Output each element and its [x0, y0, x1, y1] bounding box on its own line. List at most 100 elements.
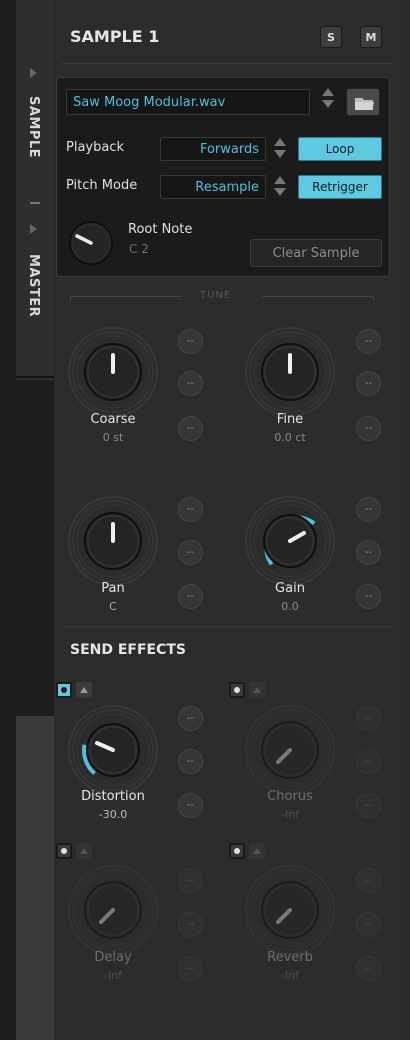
gain-mod-slot-3[interactable]: -- — [356, 584, 381, 609]
tab-master[interactable]: MASTER — [26, 254, 41, 317]
retrigger-button[interactable]: Retrigger — [298, 175, 382, 199]
root-note-knob[interactable] — [66, 218, 116, 268]
header-divider — [62, 63, 392, 64]
tab-separator — [30, 202, 40, 204]
reverb-mod-slot-2[interactable]: -- — [356, 912, 381, 937]
loop-button[interactable]: Loop — [298, 137, 382, 161]
reverb-mod-slot-1[interactable]: -- — [356, 868, 381, 893]
sample-file-name: Saw Moog Modular.wav — [73, 94, 226, 110]
tune-divider-left — [70, 296, 182, 297]
delay-knob[interactable] — [63, 860, 163, 960]
tab-sample-background — [16, 0, 55, 380]
distortion-label: Distortion — [81, 789, 145, 804]
tune-tick-left — [70, 296, 71, 302]
delay-mod-slot-3[interactable]: -- — [178, 956, 203, 981]
chorus-knob[interactable] — [240, 700, 340, 800]
pitch-mode-select[interactable]: Resample — [160, 175, 266, 199]
reverb-mod-slot-3[interactable]: -- — [356, 956, 381, 981]
root-note-label: Root Note — [128, 222, 193, 237]
gain-value: 0.0 — [281, 600, 299, 613]
delay-enable-toggle[interactable] — [56, 843, 72, 859]
pan-label: Pan — [101, 581, 125, 596]
delay-mod-slot-1[interactable]: -- — [178, 868, 203, 893]
chorus-power-dot — [234, 687, 240, 693]
distortion-knob[interactable] — [63, 700, 163, 800]
gain-knob[interactable] — [240, 491, 340, 591]
playback-select[interactable]: Forwards — [160, 137, 266, 161]
coarse-label: Coarse — [90, 412, 136, 427]
delay-mod-slot-2[interactable]: -- — [178, 912, 203, 937]
fine-mod-slot-2[interactable]: -- — [356, 371, 381, 396]
playback-label: Playback — [66, 140, 125, 155]
expand-master-icon[interactable] — [30, 224, 37, 234]
distortion-mod-slot-3[interactable]: -- — [178, 793, 203, 818]
clear-sample-button[interactable]: Clear Sample — [250, 239, 382, 267]
chorus-expand-button[interactable] — [249, 682, 265, 698]
reverb-label: Reverb — [267, 950, 313, 965]
gain-label: Gain — [275, 581, 305, 596]
delay-label: Delay — [94, 950, 132, 965]
reverb-enable-toggle[interactable] — [229, 843, 245, 859]
expand-up-icon — [80, 687, 88, 693]
distortion-expand-button[interactable] — [76, 682, 92, 698]
delay-value: -Inf — [103, 969, 123, 982]
chorus-mod-slot-3[interactable]: -- — [356, 793, 381, 818]
fine-mod-slot-1[interactable]: -- — [356, 329, 381, 354]
coarse-mod-slot-1[interactable]: -- — [178, 329, 203, 354]
distortion-power-dot — [61, 687, 67, 693]
gain-mod-slot-1[interactable]: -- — [356, 497, 381, 522]
chorus-value: -Inf — [280, 808, 300, 821]
chorus-enable-toggle[interactable] — [229, 682, 245, 698]
folder-icon — [355, 98, 374, 110]
coarse-knob[interactable] — [63, 322, 163, 422]
root-note-value: C 2 — [129, 242, 149, 256]
pan-knob[interactable] — [63, 491, 163, 591]
chorus-mod-slot-1[interactable]: -- — [356, 706, 381, 731]
delay-expand-button[interactable] — [76, 843, 92, 859]
fine-label: Fine — [276, 412, 304, 427]
fine-knob[interactable] — [240, 322, 340, 422]
expand-up-icon — [253, 848, 261, 854]
distortion-enable-toggle[interactable] — [56, 682, 72, 698]
page-title: SAMPLE 1 — [70, 27, 160, 46]
tune-divider-right — [262, 296, 374, 297]
fine-value: 0.0 ct — [274, 431, 306, 444]
tune-tick-right — [373, 296, 374, 302]
coarse-value: 0 st — [102, 431, 124, 444]
send-effects-divider — [62, 626, 392, 627]
send-effects-title: SEND EFFECTS — [70, 642, 187, 658]
reverb-value: -Inf — [280, 969, 300, 982]
playback-value: Forwards — [199, 141, 259, 157]
pitch-mode-label: Pitch Mode — [66, 178, 138, 193]
fine-mod-slot-3[interactable]: -- — [356, 416, 381, 441]
pitch-mode-value: Resample — [195, 179, 259, 195]
sample-file-stepper[interactable] — [321, 88, 335, 110]
coarse-mod-slot-3[interactable]: -- — [178, 416, 203, 441]
distortion-value: -30.0 — [98, 808, 128, 821]
expand-sample-icon[interactable] — [30, 68, 37, 78]
chorus-mod-slot-2[interactable]: -- — [356, 749, 381, 774]
playback-stepper[interactable] — [273, 138, 287, 160]
reverb-knob[interactable] — [240, 860, 340, 960]
distortion-mod-slot-1[interactable]: -- — [178, 706, 203, 731]
expand-up-icon — [80, 848, 88, 854]
tab-sample[interactable]: SAMPLE — [26, 96, 41, 158]
solo-button[interactable]: S — [320, 26, 342, 48]
distortion-mod-slot-2[interactable]: -- — [178, 749, 203, 774]
tune-section-label: TUNE — [200, 290, 232, 301]
browse-folder-button[interactable] — [346, 88, 380, 116]
pan-mod-slot-2[interactable]: -- — [178, 540, 203, 565]
expand-up-icon — [253, 687, 261, 693]
pan-mod-slot-3[interactable]: -- — [178, 584, 203, 609]
delay-power-dot — [61, 848, 67, 854]
reverb-expand-button[interactable] — [249, 843, 265, 859]
side-strip-divider — [16, 376, 54, 378]
side-strip-lower — [16, 716, 54, 1040]
mute-button[interactable]: M — [360, 26, 382, 48]
gain-mod-slot-2[interactable]: -- — [356, 540, 381, 565]
coarse-mod-slot-2[interactable]: -- — [178, 371, 203, 396]
chorus-label: Chorus — [267, 789, 313, 804]
pitch-mode-stepper[interactable] — [273, 176, 287, 198]
sample-file-field[interactable]: Saw Moog Modular.wav — [66, 89, 310, 115]
pan-mod-slot-1[interactable]: -- — [178, 497, 203, 522]
